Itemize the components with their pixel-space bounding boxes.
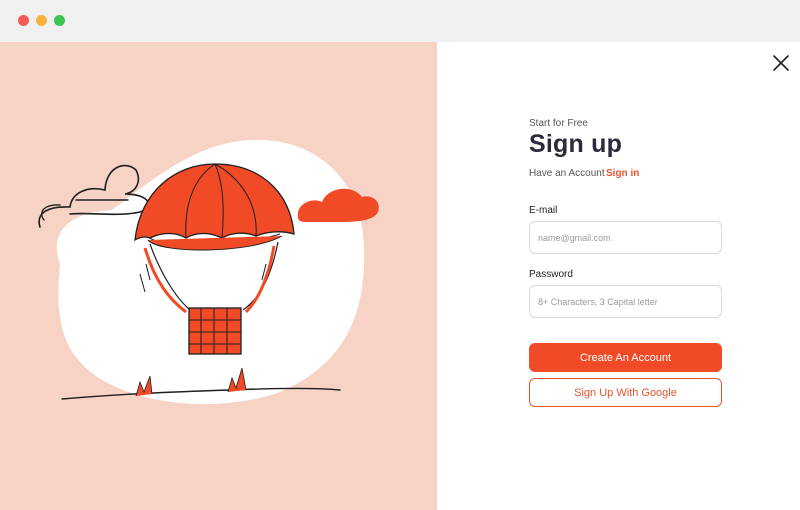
page-title: Sign up xyxy=(529,130,623,158)
have-account-text: Have an Account xyxy=(529,168,605,179)
google-signup-button[interactable]: Sign Up With Google xyxy=(529,378,722,407)
app-window: Start for Free Sign up Have an Account S… xyxy=(0,0,800,510)
title-bar xyxy=(0,0,800,42)
signin-link[interactable]: Sign in xyxy=(606,168,639,179)
create-account-button[interactable]: Create An Account xyxy=(529,343,722,372)
illustration-panel xyxy=(0,42,437,510)
email-field[interactable] xyxy=(529,221,722,254)
window-minimize-dot[interactable] xyxy=(36,15,47,26)
window-close-dot[interactable] xyxy=(18,15,29,26)
password-field[interactable] xyxy=(529,285,722,318)
close-icon[interactable] xyxy=(770,52,792,74)
signup-form-panel xyxy=(437,42,800,510)
subtitle: Start for Free xyxy=(529,118,588,129)
window-maximize-dot[interactable] xyxy=(54,15,65,26)
hot-air-balloon-illustration xyxy=(38,139,379,405)
password-label: Password xyxy=(529,269,573,280)
email-label: E-mail xyxy=(529,205,558,216)
